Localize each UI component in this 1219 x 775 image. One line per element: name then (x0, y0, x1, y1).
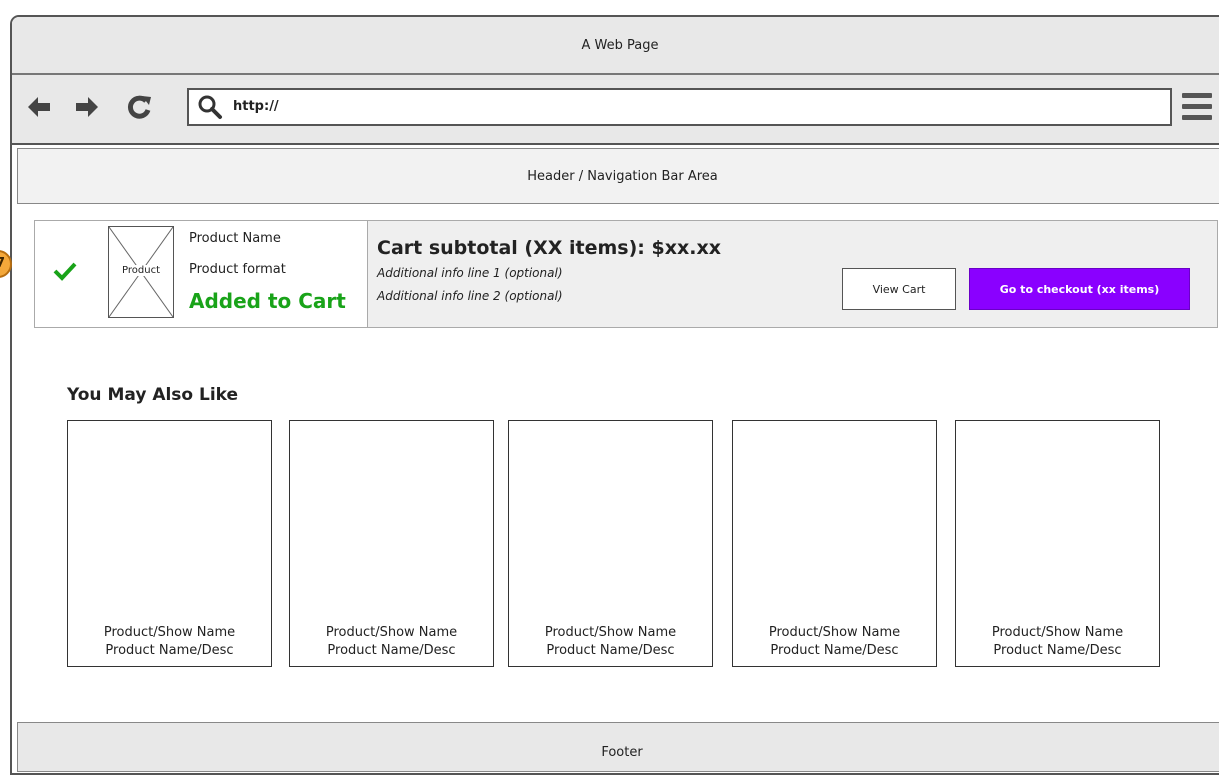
additional-info-line-1: Additional info line 1 (optional) (377, 266, 563, 280)
recommendation-card[interactable]: Product/Show Name Product Name/Desc (508, 420, 713, 667)
reload-icon[interactable] (124, 92, 154, 122)
address-bar[interactable]: http:// (187, 88, 1172, 126)
checkmark-icon (53, 262, 77, 281)
url-text: http:// (233, 99, 279, 114)
product-image-label: Product (109, 265, 173, 276)
menu-icon[interactable] (1182, 93, 1212, 123)
recommendations-title: You May Also Like (67, 385, 239, 405)
card-desc: Product Name/Desc (327, 643, 456, 658)
view-cart-button[interactable]: View Cart (842, 268, 956, 310)
recommendation-card[interactable]: Product/Show Name Product Name/Desc (955, 420, 1160, 667)
window-title: A Web Page (581, 37, 659, 53)
forward-icon[interactable] (72, 92, 102, 122)
recommendation-card[interactable]: Product/Show Name Product Name/Desc (289, 420, 494, 667)
card-desc: Product Name/Desc (105, 643, 234, 658)
search-icon (198, 95, 222, 119)
added-to-cart-bar: Product Product Name Product format Adde… (34, 220, 1218, 328)
product-name: Product Name (189, 231, 281, 246)
product-image-placeholder: Product (108, 226, 174, 318)
recommendation-card[interactable]: Product/Show Name Product Name/Desc (67, 420, 272, 667)
browser-window: A Web Page http:// Header / Navigation B… (10, 15, 1219, 775)
header-nav-area: Header / Navigation Bar Area (17, 148, 1219, 204)
card-title: Product/Show Name (325, 625, 458, 640)
additional-info-line-2: Additional info line 2 (optional) (377, 289, 563, 303)
card-title: Product/Show Name (544, 625, 677, 640)
back-icon[interactable] (24, 92, 54, 122)
card-title: Product/Show Name (768, 625, 901, 640)
card-desc: Product Name/Desc (546, 643, 675, 658)
recommendation-card[interactable]: Product/Show Name Product Name/Desc (732, 420, 937, 667)
checkout-button[interactable]: Go to checkout (xx items) (969, 268, 1190, 310)
window-title-bar: A Web Page (12, 17, 1219, 75)
card-desc: Product Name/Desc (770, 643, 899, 658)
cart-subtotal: Cart subtotal (XX items): $xx.xx (377, 237, 721, 259)
added-product-panel: Product Product Name Product format Adde… (35, 221, 368, 327)
footer: Footer (17, 722, 1219, 772)
card-desc: Product Name/Desc (993, 643, 1122, 658)
card-title: Product/Show Name (991, 625, 1124, 640)
added-to-cart-text: Added to Cart (189, 289, 346, 313)
card-title: Product/Show Name (103, 625, 236, 640)
browser-toolbar: http:// (12, 75, 1219, 145)
header-label: Header / Navigation Bar Area (527, 168, 718, 184)
product-format: Product format (189, 262, 286, 277)
